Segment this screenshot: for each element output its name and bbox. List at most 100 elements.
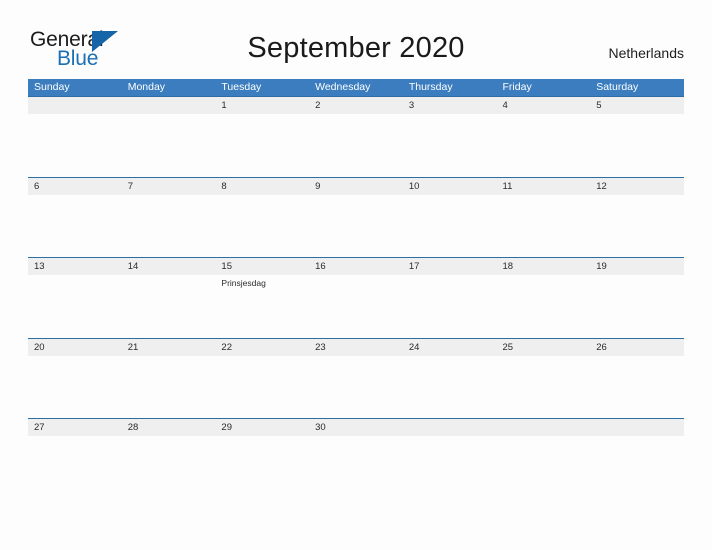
event-cell[interactable]	[215, 356, 309, 359]
day-cell[interactable]: 9	[309, 178, 403, 195]
event-cell[interactable]	[403, 195, 497, 198]
event-cell[interactable]	[309, 275, 403, 289]
day-cell[interactable]: 12	[590, 178, 684, 195]
calendar-event-band	[28, 356, 684, 359]
weekday-header-row: Sunday Monday Tuesday Wednesday Thursday…	[28, 79, 684, 96]
day-cell[interactable]: 26	[590, 339, 684, 356]
calendar-event-band	[28, 436, 684, 439]
event-cell[interactable]	[309, 114, 403, 117]
day-number: 22	[221, 341, 232, 353]
event-cell[interactable]	[122, 275, 216, 289]
day-cell[interactable]: 11	[497, 178, 591, 195]
calendar-event-band: Prinsjesdag	[28, 275, 684, 289]
event-cell[interactable]	[497, 195, 591, 198]
calendar-date-band: 27 28 29 30	[28, 419, 684, 436]
day-cell[interactable]: 22	[215, 339, 309, 356]
event-cell[interactable]	[590, 114, 684, 117]
day-number: 26	[596, 341, 607, 353]
event-cell[interactable]	[309, 356, 403, 359]
day-cell[interactable]: 4	[497, 97, 591, 114]
day-cell[interactable]: 1	[215, 97, 309, 114]
event-cell[interactable]	[497, 436, 591, 439]
event-cell[interactable]	[215, 195, 309, 198]
event-cell[interactable]	[403, 275, 497, 289]
day-cell[interactable]: 16	[309, 258, 403, 275]
day-cell[interactable]	[403, 419, 497, 436]
weekday-header-thursday: Thursday	[408, 81, 453, 93]
day-cell[interactable]: 17	[403, 258, 497, 275]
calendar-week-row: 13 14 15 16 17 18 19 Prinsjesdag	[28, 257, 684, 338]
event-cell[interactable]	[122, 195, 216, 198]
day-number: 24	[408, 341, 420, 353]
event-cell[interactable]	[497, 114, 591, 117]
event-cell[interactable]	[590, 195, 684, 198]
day-cell[interactable]: 27	[28, 419, 122, 436]
calendar-page: General Blue September 2020 Netherlands …	[0, 0, 712, 550]
event-cell[interactable]	[28, 436, 122, 439]
country-label: Netherlands	[608, 45, 685, 61]
day-cell[interactable]	[28, 97, 122, 114]
day-number: 6	[34, 180, 40, 192]
day-number: 8	[221, 180, 227, 192]
day-number: 19	[596, 261, 607, 272]
event-cell[interactable]	[403, 356, 497, 359]
event-cell[interactable]	[403, 436, 497, 439]
day-cell[interactable]: 29	[215, 419, 309, 436]
day-cell[interactable]: 2	[309, 97, 403, 114]
day-number: 5	[596, 100, 602, 111]
event-cell[interactable]	[28, 356, 122, 359]
day-number: 11	[502, 180, 513, 192]
event-cell[interactable]	[309, 436, 403, 439]
page-title: September 2020	[247, 32, 465, 64]
day-cell[interactable]: 20	[28, 339, 122, 356]
event-cell[interactable]	[309, 195, 403, 198]
day-cell[interactable]: 19	[590, 258, 684, 275]
day-number: 18	[502, 261, 514, 272]
day-cell[interactable]	[590, 419, 684, 436]
event-cell[interactable]	[122, 436, 216, 439]
day-number: 3	[408, 100, 415, 111]
day-cell[interactable]: 6	[28, 178, 122, 195]
day-number: 20	[34, 341, 45, 353]
event-cell[interactable]: Prinsjesdag	[215, 275, 309, 289]
day-cell[interactable]: 23	[309, 339, 403, 356]
day-cell[interactable]: 3	[403, 97, 497, 114]
event-cell[interactable]	[215, 436, 309, 439]
event-cell[interactable]	[590, 275, 684, 289]
weekday-header-wednesday: Wednesday	[315, 81, 371, 93]
event-cell[interactable]	[497, 356, 591, 359]
day-cell[interactable]	[122, 97, 216, 114]
event-cell[interactable]	[28, 114, 122, 117]
day-cell[interactable]: 14	[122, 258, 216, 275]
day-cell[interactable]: 18	[497, 258, 591, 275]
day-cell[interactable]: 5	[590, 97, 684, 114]
event-cell[interactable]	[590, 356, 684, 359]
event-cell[interactable]	[28, 195, 122, 198]
event-cell[interactable]	[403, 114, 497, 117]
event-cell[interactable]	[122, 356, 216, 359]
calendar-week-row: 20 21 22 23 24 25 26	[28, 337, 684, 419]
day-number: 28	[127, 422, 139, 433]
weekday-header-sunday: Sunday	[34, 81, 70, 93]
day-number: 21	[127, 341, 139, 353]
day-cell[interactable]: 24	[403, 339, 497, 356]
day-cell[interactable]: 28	[122, 419, 216, 436]
day-cell[interactable]: 30	[309, 419, 403, 436]
event-cell[interactable]	[28, 275, 122, 289]
day-cell[interactable]	[497, 419, 591, 436]
event-cell[interactable]	[122, 114, 216, 117]
calendar-date-band: 20 21 22 23 24 25 26	[28, 338, 684, 356]
day-cell[interactable]: 13	[28, 258, 122, 275]
day-number: 13	[34, 261, 45, 272]
day-cell[interactable]: 15	[215, 258, 309, 275]
day-cell[interactable]: 7	[122, 178, 216, 195]
calendar-week-row: 1 2 3 4 5	[28, 96, 684, 177]
day-cell[interactable]: 8	[215, 178, 309, 195]
day-cell[interactable]: 10	[403, 178, 497, 195]
event-cell[interactable]	[215, 114, 309, 117]
event-label: Prinsjesdag	[221, 278, 266, 288]
day-cell[interactable]: 25	[497, 339, 591, 356]
event-cell[interactable]	[590, 436, 684, 439]
day-cell[interactable]: 21	[122, 339, 216, 356]
event-cell[interactable]	[497, 275, 591, 289]
